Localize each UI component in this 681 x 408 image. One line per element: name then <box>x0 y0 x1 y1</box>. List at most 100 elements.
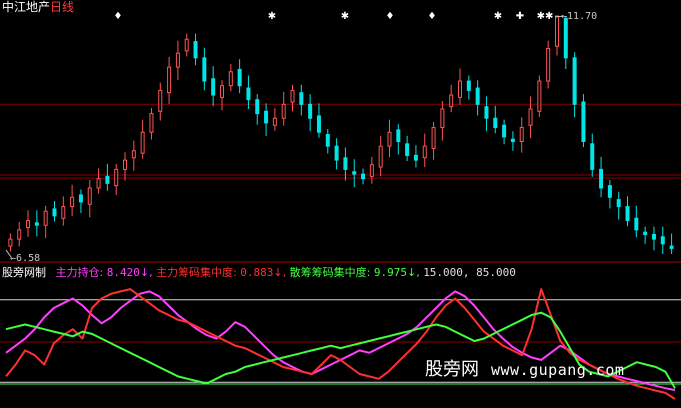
signal-marker-icon: ✚ <box>516 11 524 22</box>
candle-body <box>616 199 621 208</box>
stock-title: 中江地产 <box>2 0 51 14</box>
candle-body <box>184 38 189 52</box>
candle-body <box>634 217 639 231</box>
legend-main-concentration-value: 0.883 <box>240 266 274 279</box>
low-price-label: ←6.58 <box>10 253 41 264</box>
candle-body <box>458 80 463 98</box>
candle-body <box>475 87 480 105</box>
candle-body <box>264 110 269 124</box>
candle-body <box>422 145 427 159</box>
candle-body <box>17 229 22 240</box>
candle-body <box>466 80 471 91</box>
down-arrow-icon: ↓ <box>273 266 283 279</box>
candle-body <box>581 101 586 143</box>
candle-body <box>528 108 533 126</box>
legend-retail-concentration: 散筹筹码集中度: 9.975↓, <box>289 266 420 279</box>
candle-body <box>255 99 260 115</box>
candle-body <box>246 87 251 101</box>
candle-body <box>519 127 524 143</box>
candle-body <box>396 129 401 143</box>
candle-body <box>651 233 656 240</box>
legend-main-position-label: 主力持仓: <box>55 266 104 279</box>
candle-body <box>202 57 207 82</box>
candle-body <box>43 210 48 226</box>
candle-body <box>290 89 295 103</box>
candle-body <box>105 175 110 184</box>
candle-body <box>211 78 216 96</box>
signal-marker-icon: ✱✱ <box>537 11 554 22</box>
down-arrow-icon: ↓ <box>139 266 150 279</box>
candle-body <box>158 89 163 112</box>
legend-main-position-value: 8.420 <box>106 266 140 279</box>
watermark-text: 股旁网 <box>425 359 479 380</box>
candle-body <box>510 138 515 143</box>
candle-body <box>660 236 665 245</box>
candle-body <box>8 238 13 247</box>
candle-body <box>343 157 348 170</box>
candle-body <box>352 171 357 175</box>
legend-main-concentration: 主力筹码集中度: 0.883↓, <box>156 266 287 279</box>
candle-body <box>484 106 489 119</box>
watermark-url: www.gupang.com <box>491 361 625 379</box>
candle-body <box>554 15 559 47</box>
candle-body <box>325 134 330 147</box>
candle-body <box>78 194 83 203</box>
candle-body <box>369 164 374 177</box>
candle-body <box>26 220 31 229</box>
candle-body <box>308 103 313 119</box>
candle-body <box>175 52 180 68</box>
high-price-value: 11.70 <box>567 11 598 22</box>
candle-body <box>387 131 392 147</box>
legend-main-concentration-label: 主力筹码集中度: <box>156 266 237 279</box>
candle-body <box>149 113 154 133</box>
candle-body <box>572 57 577 105</box>
candle-body <box>563 17 568 59</box>
candle-body <box>378 145 383 168</box>
candle-body <box>493 117 498 129</box>
signal-marker-icon: ♦ <box>386 11 395 22</box>
candle-body <box>61 206 66 219</box>
chart-background <box>0 0 681 408</box>
legend-main-position: 主力持仓: 8.420↓, <box>55 266 153 279</box>
down-arrow-icon: ↓ <box>406 266 417 279</box>
legend-levels: 15.000, 85.000 <box>423 266 516 279</box>
candle-body <box>316 115 321 133</box>
legend-retail-concentration-value: 9.975 <box>373 266 407 279</box>
candle-body <box>440 108 445 129</box>
watermark: 股旁网 www.gupang.com <box>425 355 624 381</box>
candle-body <box>87 187 92 205</box>
candle-body <box>96 178 101 189</box>
chart-canvas[interactable]: ♦ ✱ ✱ ♦ ♦ ✱ ✚ ✱✱ <box>0 0 681 408</box>
candle-body <box>70 196 75 208</box>
low-price-value: 6.58 <box>16 253 41 264</box>
candle-body <box>537 80 542 112</box>
period-label[interactable]: 日线 <box>50 1 74 13</box>
candle-body <box>599 168 604 189</box>
indicator-legend: 股旁网制 主力持仓: 8.420↓, 主力筹码集中度: 0.883↓, 散筹筹码… <box>2 266 516 280</box>
candle-body <box>361 173 366 180</box>
candle-body <box>625 206 630 222</box>
candle-body <box>123 159 128 170</box>
signal-marker-icon: ✱ <box>268 11 276 22</box>
candle-body <box>502 124 507 138</box>
candle-body <box>546 48 551 82</box>
candle-body <box>669 245 674 249</box>
candle-body <box>449 94 454 108</box>
signal-marker-icon: ♦ <box>114 11 123 22</box>
candle-body <box>405 143 410 156</box>
candle-body <box>34 222 39 226</box>
candle-body <box>643 231 648 235</box>
candle-body <box>607 185 612 198</box>
indicator-name: 股旁网制 <box>2 266 46 279</box>
candle-body <box>131 150 136 159</box>
high-price-label: ←11.70 <box>561 11 598 22</box>
signal-marker-icon: ✱ <box>494 11 502 22</box>
candle-body <box>237 68 242 87</box>
candle-body <box>193 41 198 59</box>
candle-body <box>272 117 277 126</box>
candle-body <box>299 92 304 105</box>
candle-body <box>114 168 119 187</box>
signal-marker-icon: ✱ <box>341 11 349 22</box>
signal-marker-icon: ♦ <box>428 11 437 22</box>
candle-body <box>140 131 145 154</box>
